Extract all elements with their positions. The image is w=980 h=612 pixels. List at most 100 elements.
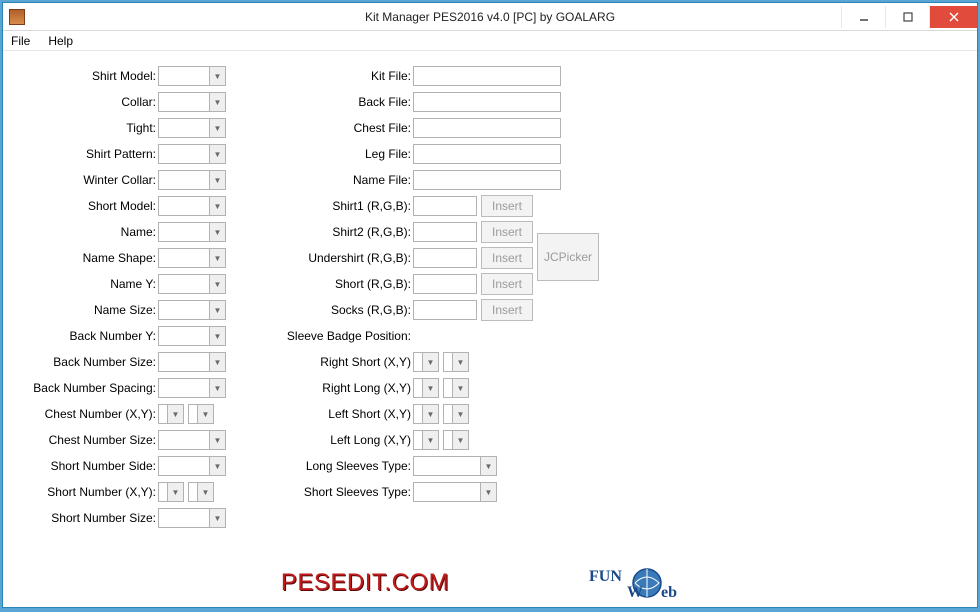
footer-logos: PESEDIT.COM FUN eb W xyxy=(3,565,977,601)
funweb-logo-icon: FUN eb W xyxy=(589,565,699,601)
chevron-down-icon: ▼ xyxy=(167,483,183,501)
combo-right-short-y[interactable]: ▼ xyxy=(443,352,469,372)
chevron-down-icon: ▼ xyxy=(209,171,225,189)
combo-right-long-x[interactable]: ▼ xyxy=(413,378,439,398)
label-undershirt-rgb: Undershirt (R,G,B): xyxy=(243,251,413,265)
menubar: File Help xyxy=(3,31,977,51)
label-back-number-size: Back Number Size: xyxy=(3,355,158,369)
chevron-down-icon: ▼ xyxy=(209,457,225,475)
chevron-down-icon: ▼ xyxy=(209,301,225,319)
window-buttons xyxy=(841,6,977,28)
label-shirt1-rgb: Shirt1 (R,G,B): xyxy=(243,199,413,213)
combo-short-number-y[interactable]: ▼ xyxy=(188,482,214,502)
svg-text:FUN: FUN xyxy=(589,568,622,585)
label-back-file: Back File: xyxy=(243,95,413,109)
combo-left-short-y[interactable]: ▼ xyxy=(443,404,469,424)
label-leg-file: Leg File: xyxy=(243,147,413,161)
combo-shirt-pattern[interactable]: ▼ xyxy=(158,144,226,164)
combo-right-short-x[interactable]: ▼ xyxy=(413,352,439,372)
label-back-number-spacing: Back Number Spacing: xyxy=(3,381,158,395)
label-shirt-model: Shirt Model: xyxy=(3,69,158,83)
close-icon xyxy=(949,12,959,22)
input-kit-file[interactable] xyxy=(413,66,561,86)
label-name-y: Name Y: xyxy=(3,277,158,291)
label-shirt2-rgb: Shirt2 (R,G,B): xyxy=(243,225,413,239)
combo-right-long-y[interactable]: ▼ xyxy=(443,378,469,398)
input-leg-file[interactable] xyxy=(413,144,561,164)
combo-back-number-spacing[interactable]: ▼ xyxy=(158,378,226,398)
combo-short-sleeves-type[interactable]: ▼ xyxy=(413,482,497,502)
funweb-logo: FUN eb W xyxy=(589,565,699,601)
input-shirt2-rgb[interactable] xyxy=(413,222,477,242)
input-socks-rgb[interactable] xyxy=(413,300,477,320)
input-shirt1-rgb[interactable] xyxy=(413,196,477,216)
label-right-long-xy: Right Long (X,Y) xyxy=(243,381,413,395)
insert-shirt1-button[interactable]: Insert xyxy=(481,195,533,217)
insert-undershirt-button[interactable]: Insert xyxy=(481,247,533,269)
chevron-down-icon: ▼ xyxy=(480,457,496,475)
label-left-short-xy: Left Short (X,Y) xyxy=(243,407,413,421)
label-collar: Collar: xyxy=(3,95,158,109)
svg-text:W: W xyxy=(627,584,643,601)
input-short-rgb[interactable] xyxy=(413,274,477,294)
menu-help[interactable]: Help xyxy=(44,34,77,48)
jcpicker-button[interactable]: JCPicker xyxy=(537,233,599,281)
minimize-button[interactable] xyxy=(841,6,885,28)
chevron-down-icon: ▼ xyxy=(452,431,468,449)
maximize-icon xyxy=(903,12,913,22)
label-back-number-y: Back Number Y: xyxy=(3,329,158,343)
combo-chest-number-y[interactable]: ▼ xyxy=(188,404,214,424)
chevron-down-icon: ▼ xyxy=(197,483,213,501)
maximize-button[interactable] xyxy=(885,6,929,28)
input-chest-file[interactable] xyxy=(413,118,561,138)
input-undershirt-rgb[interactable] xyxy=(413,248,477,268)
combo-back-number-y[interactable]: ▼ xyxy=(158,326,226,346)
label-tight: Tight: xyxy=(3,121,158,135)
combo-short-number-x[interactable]: ▼ xyxy=(158,482,184,502)
chevron-down-icon: ▼ xyxy=(480,483,496,501)
svg-text:eb: eb xyxy=(661,584,677,601)
combo-chest-number-x[interactable]: ▼ xyxy=(158,404,184,424)
close-button[interactable] xyxy=(929,6,977,28)
combo-back-number-size[interactable]: ▼ xyxy=(158,352,226,372)
insert-shirt2-button[interactable]: Insert xyxy=(481,221,533,243)
combo-name-shape[interactable]: ▼ xyxy=(158,248,226,268)
label-chest-file: Chest File: xyxy=(243,121,413,135)
input-name-file[interactable] xyxy=(413,170,561,190)
insert-short-button[interactable]: Insert xyxy=(481,273,533,295)
label-long-sleeves-type: Long Sleeves Type: xyxy=(243,459,413,473)
input-back-file[interactable] xyxy=(413,92,561,112)
combo-short-number-side[interactable]: ▼ xyxy=(158,456,226,476)
chevron-down-icon: ▼ xyxy=(209,93,225,111)
chevron-down-icon: ▼ xyxy=(209,379,225,397)
insert-socks-button[interactable]: Insert xyxy=(481,299,533,321)
combo-long-sleeves-type[interactable]: ▼ xyxy=(413,456,497,476)
combo-chest-number-size[interactable]: ▼ xyxy=(158,430,226,450)
chevron-down-icon: ▼ xyxy=(452,353,468,371)
combo-shirt-model[interactable]: ▼ xyxy=(158,66,226,86)
combo-left-long-x[interactable]: ▼ xyxy=(413,430,439,450)
combo-left-short-x[interactable]: ▼ xyxy=(413,404,439,424)
combo-winter-collar[interactable]: ▼ xyxy=(158,170,226,190)
chevron-down-icon: ▼ xyxy=(209,353,225,371)
label-name-shape: Name Shape: xyxy=(3,251,158,265)
label-name: Name: xyxy=(3,225,158,239)
label-chest-number-size: Chest Number Size: xyxy=(3,433,158,447)
chevron-down-icon: ▼ xyxy=(209,67,225,85)
label-sleeve-badge: Sleeve Badge Position: xyxy=(243,329,413,343)
chevron-down-icon: ▼ xyxy=(422,379,438,397)
chevron-down-icon: ▼ xyxy=(209,275,225,293)
combo-tight[interactable]: ▼ xyxy=(158,118,226,138)
combo-name-size[interactable]: ▼ xyxy=(158,300,226,320)
combo-name[interactable]: ▼ xyxy=(158,222,226,242)
combo-left-long-y[interactable]: ▼ xyxy=(443,430,469,450)
chevron-down-icon: ▼ xyxy=(209,223,225,241)
combo-short-model[interactable]: ▼ xyxy=(158,196,226,216)
label-short-sleeves-type: Short Sleeves Type: xyxy=(243,485,413,499)
combo-collar[interactable]: ▼ xyxy=(158,92,226,112)
label-short-number-side: Short Number Side: xyxy=(3,459,158,473)
combo-short-number-size[interactable]: ▼ xyxy=(158,508,226,528)
chevron-down-icon: ▼ xyxy=(209,197,225,215)
combo-name-y[interactable]: ▼ xyxy=(158,274,226,294)
menu-file[interactable]: File xyxy=(7,34,34,48)
